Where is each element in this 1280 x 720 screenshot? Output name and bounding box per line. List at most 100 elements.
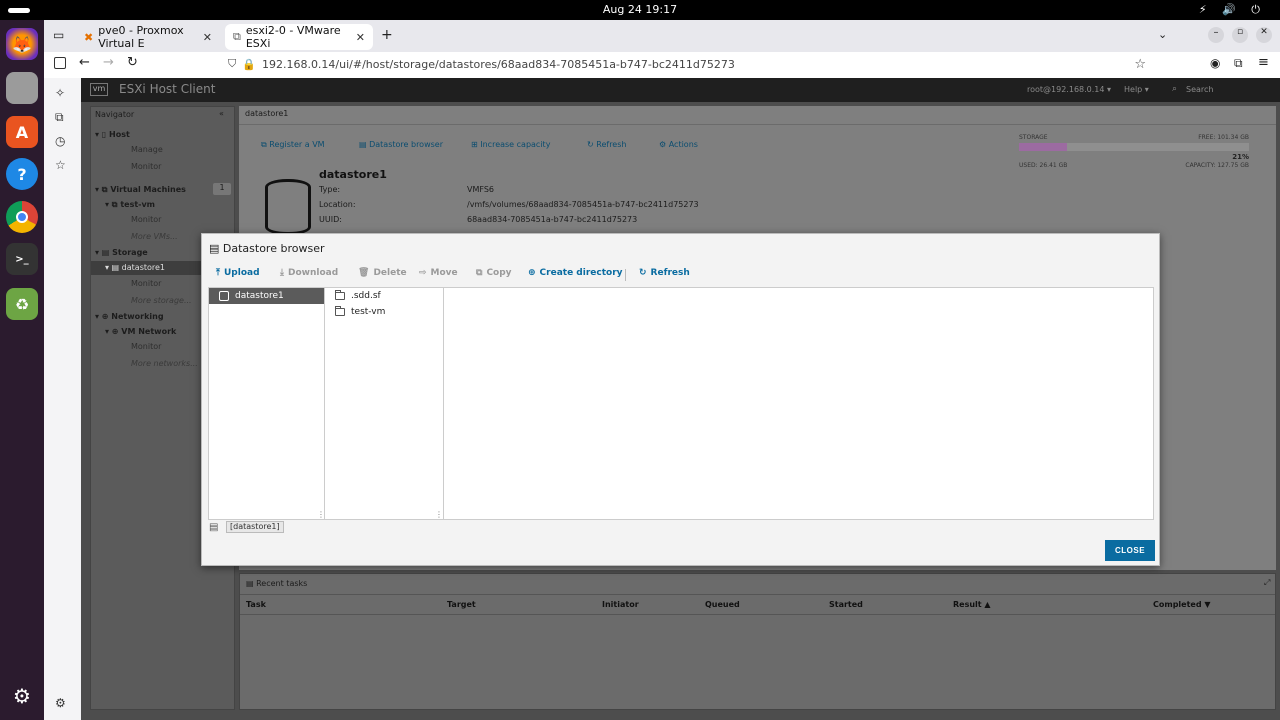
trash-icon[interactable]: ♻	[6, 288, 38, 320]
minimize-icon[interactable]: –	[1208, 27, 1224, 43]
move-button[interactable]: ⇨ Move	[419, 268, 458, 278]
search-input[interactable]: Search	[1186, 85, 1213, 94]
tab-strip: ▭ ✖ pve0 - Proxmox Virtual E ✕ ⧉ esxi2-0…	[44, 20, 1280, 52]
nav-network-monitor[interactable]: Monitor	[131, 342, 161, 351]
shield-icon: ⛉	[228, 57, 237, 70]
firefox-icon[interactable]: 🦊	[6, 28, 38, 60]
storage-percent: 21%	[1232, 153, 1249, 161]
bookmark-star-icon[interactable]: ☆	[1134, 57, 1146, 72]
refresh-button[interactable]: ↻ Refresh	[639, 268, 690, 278]
new-tab-icon[interactable]: +	[381, 27, 393, 43]
resize-handle[interactable]: ⋮	[435, 510, 443, 519]
nav-more-networks[interactable]: More networks...	[131, 359, 198, 368]
system-status-icons[interactable]: ⚡ 🔊 ⏻	[1199, 3, 1266, 17]
user-menu[interactable]: root@192.168.0.14 ▾	[1027, 85, 1111, 94]
collapse-navigator-icon[interactable]: «	[219, 109, 224, 118]
storage-free: FREE: 101.34 GB	[1198, 134, 1249, 141]
register-vm-button[interactable]: ⧉ Register a VM	[261, 140, 325, 150]
extensions-icon[interactable]: ⧉	[1234, 56, 1243, 71]
close-tab-icon[interactable]: ✕	[356, 31, 365, 44]
increase-capacity-button[interactable]: ⊞ Increase capacity	[471, 140, 550, 149]
divider	[625, 269, 626, 281]
create-directory-button[interactable]: ⊕ Create directory	[528, 268, 623, 278]
col-started[interactable]: Started	[829, 600, 863, 609]
nav-more-storage[interactable]: More storage...	[131, 296, 192, 305]
upload-icon: ⤒	[216, 268, 220, 278]
datastore-browser-button[interactable]: ▤ Datastore browser	[359, 140, 443, 149]
download-button[interactable]: ⤓ Download	[280, 268, 338, 278]
nav-networking[interactable]: ▾ ⊕ Networking	[95, 312, 164, 321]
search-icon[interactable]: ⌕	[1172, 84, 1177, 94]
system-top-bar: Aug 24 19:17 ⚡ 🔊 ⏻	[0, 0, 1280, 20]
nav-storage-monitor[interactable]: Monitor	[131, 279, 161, 288]
bookmarks-icon[interactable]: ☆	[55, 158, 66, 172]
folder-icon	[335, 290, 345, 300]
reload-icon[interactable]: ↻	[127, 55, 138, 70]
synced-tabs-icon[interactable]: ⧉	[55, 110, 64, 125]
list-tabs-icon[interactable]: ⌄	[1158, 28, 1167, 41]
storage-usage-bar	[1019, 143, 1249, 151]
nav-more-vms[interactable]: More VMs...	[131, 232, 178, 241]
chrome-icon[interactable]	[6, 201, 38, 233]
delete-button[interactable]: 🗑 Delete	[358, 268, 407, 278]
location-value: /vmfs/volumes/68aad834-7085451a-b747-bc2…	[467, 200, 699, 209]
back-icon[interactable]: ←	[79, 55, 90, 70]
col-queued[interactable]: Queued	[705, 600, 740, 609]
nav-vm-network[interactable]: ▾ ⊕ VM Network	[105, 327, 176, 336]
tab-title: pve0 - Proxmox Virtual E	[98, 24, 184, 50]
files-icon[interactable]	[6, 72, 38, 104]
close-button[interactable]: CLOSE	[1105, 540, 1155, 561]
col-task[interactable]: Task	[246, 600, 266, 609]
folder-row[interactable]: .sdd.sf	[325, 288, 443, 304]
help-menu[interactable]: Help ▾	[1124, 85, 1149, 94]
tab-esxi[interactable]: ⧉ esxi2-0 - VMware ESXi ✕	[225, 24, 373, 50]
ai-chat-icon[interactable]: ✧	[55, 86, 65, 100]
tab-proxmox[interactable]: ✖ pve0 - Proxmox Virtual E ✕	[76, 24, 220, 50]
tab-overview-icon[interactable]: ▭	[53, 28, 64, 42]
nav-storage[interactable]: ▾ ▤ Storage	[95, 248, 148, 257]
system-clock[interactable]: Aug 24 19:17	[0, 3, 1280, 16]
col-target[interactable]: Target	[447, 600, 476, 609]
navigation-bar: ← → ↻ ⛉ 🔒 192.168.0.14/ui/#/host/storage…	[44, 52, 1280, 78]
account-icon[interactable]: ◉	[1210, 56, 1220, 70]
url-bar[interactable]: ⛉ 🔒 192.168.0.14/ui/#/host/storage/datas…	[222, 53, 1146, 75]
forward-icon[interactable]: →	[103, 55, 114, 70]
esxi-favicon-icon: ⧉	[233, 30, 241, 43]
proxmox-favicon-icon: ✖	[84, 30, 94, 44]
upload-button[interactable]: ⤒ Upload	[216, 268, 260, 278]
expand-tasks-icon[interactable]: ⤢	[1264, 578, 1270, 588]
nav-host-monitor[interactable]: Monitor	[131, 162, 161, 171]
esxi-header: vm ESXi Host Client root@192.168.0.14 ▾ …	[81, 78, 1280, 102]
navigator-title: Navigator	[95, 110, 135, 119]
maximize-icon[interactable]: ▫	[1232, 27, 1248, 43]
new-folder-icon: ⊕	[528, 268, 536, 278]
storage-capacity: CAPACITY: 127.75 GB	[1185, 162, 1249, 169]
close-window-icon[interactable]: ✕	[1256, 27, 1272, 43]
sidebar-settings-icon[interactable]: ⚙	[55, 696, 66, 710]
vm-count-badge: 1	[213, 183, 231, 195]
history-icon[interactable]: ◷	[55, 134, 65, 148]
nav-virtual-machines[interactable]: ▾ ⧉ Virtual Machines	[95, 185, 186, 195]
show-apps-icon[interactable]: ⚙	[6, 680, 38, 712]
copy-button[interactable]: ⧉ Copy	[476, 268, 512, 278]
folder-row[interactable]: test-vm	[325, 304, 443, 320]
help-icon[interactable]: ?	[6, 158, 38, 190]
terminal-icon[interactable]: >_	[6, 243, 38, 275]
col-result[interactable]: Result ▲	[953, 600, 991, 609]
nav-host-manage[interactable]: Manage	[131, 145, 163, 154]
delete-icon: 🗑	[358, 268, 370, 278]
datastore-row-selected[interactable]: datastore1	[209, 288, 324, 304]
sidebar-toggle-icon[interactable]	[54, 57, 66, 69]
folder-list-pane: .sdd.sf test-vm ⋮	[324, 287, 444, 520]
refresh-button[interactable]: ↻ Refresh	[587, 140, 626, 149]
nav-host[interactable]: ▾ ▯ Host	[95, 130, 130, 139]
nav-vm-test-vm[interactable]: ▾ ⧉ test-vm	[105, 200, 155, 210]
nav-vm-monitor[interactable]: Monitor	[131, 215, 161, 224]
menu-icon[interactable]: ≡	[1258, 55, 1269, 70]
nav-datastore1[interactable]: ▾ ▤ datastore1	[105, 263, 165, 272]
col-completed[interactable]: Completed ▼	[1153, 600, 1211, 609]
col-initiator[interactable]: Initiator	[602, 600, 639, 609]
app-center-icon[interactable]: A	[6, 116, 38, 148]
actions-button[interactable]: ⚙ Actions	[659, 140, 698, 149]
close-tab-icon[interactable]: ✕	[203, 31, 212, 44]
